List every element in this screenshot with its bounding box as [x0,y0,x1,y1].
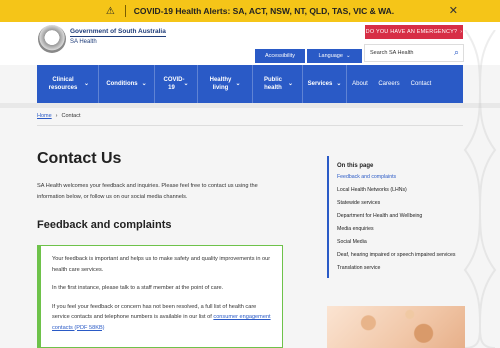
nav-item-public-health[interactable]: Public health ⌄ [253,65,303,103]
search-placeholder: Search SA Health [370,50,414,56]
main-nav: Clinical resources ⌄ Conditions ⌄ COVID-… [37,65,463,103]
nav-item-label: Public health [263,77,282,91]
anchor-link[interactable]: Statewide services [337,200,467,207]
nav-link-careers[interactable]: Careers [373,65,405,103]
callout-paragraph: In the first instance, please talk to a … [52,285,224,291]
chevron-down-icon: ⌄ [83,81,90,87]
feedback-callout: Your feedback is important and helps us … [37,245,283,348]
agency-name: SA Health [70,39,97,45]
alert-banner: ⚠ COVID-19 Health Alerts: SA, ACT, NSW, … [0,0,500,22]
breadcrumb-home[interactable]: Home [37,113,52,119]
chevron-down-icon: ⌄ [345,53,351,59]
nav-link-label: About [352,81,368,87]
nav-link-label: Contact [410,81,432,87]
site-header: Government of South Australia SA Health … [0,22,500,65]
anchor-link[interactable]: Social Media [337,239,467,246]
chevron-down-icon: ⌄ [336,81,342,87]
section-title: Feedback and complaints [37,219,172,231]
anchor-link[interactable]: Translation service [337,265,467,272]
language-label: Language [318,53,343,59]
nav-item-covid19[interactable]: COVID-19 ⌄ [155,65,198,103]
divider [37,125,463,126]
nav-item-label: Healthy living [209,77,232,91]
alert-divider [124,5,126,17]
callout-paragraph: Your feedback is important and helps us … [52,256,271,273]
virus-promo-image[interactable] [327,306,465,348]
accessibility-button[interactable]: Accessibility [255,49,305,63]
accessibility-label: Accessibility [265,53,295,59]
search-icon[interactable]: ⌕ [454,47,459,58]
dna-decoration-icon [463,30,497,348]
anchor-link[interactable]: Deaf, hearing impaired or speech impaire… [337,252,467,259]
nav-item-label: Conditions [106,81,138,87]
emergency-label: DO YOU HAVE AN EMERGENCY? [365,29,458,35]
chevron-down-icon: ⌄ [235,81,241,87]
alert-text[interactable]: COVID-19 Health Alerts: SA, ACT, NSW, NT… [134,6,394,16]
nav-link-about[interactable]: About [347,65,373,103]
on-this-page-nav: On this page Feedback and complaints Loc… [327,156,467,278]
warning-icon: ⚠ [105,5,115,17]
chevron-right-icon: › [55,113,58,119]
anchor-link[interactable]: Media enquiries [337,226,467,233]
anchor-link[interactable]: Department for Health and Wellbeing [337,213,467,220]
language-button[interactable]: Language ⌄ [307,49,362,63]
anchor-link[interactable]: Feedback and complaints [337,174,467,181]
government-crest-logo[interactable] [38,25,66,53]
breadcrumb: Home › Contact [37,113,80,119]
nav-item-clinical-resources[interactable]: Clinical resources ⌄ [37,65,99,103]
nav-item-label: COVID-19 [163,77,185,91]
anchor-link[interactable]: Local Health Networks (LHNs) [337,187,467,194]
chevron-down-icon: ⌄ [287,81,294,87]
nav-item-label: Clinical resources [48,77,78,91]
nav-item-label: Services [307,81,333,87]
intro-text: SA Health welcomes your feedback and inq… [37,183,258,200]
nav-item-services[interactable]: Services ⌄ [303,65,347,103]
search-input[interactable]: Search SA Health ⌕ [364,44,464,62]
nav-underlay [0,103,500,108]
nav-link-contact[interactable]: Contact [405,65,437,103]
breadcrumb-current: Contact [61,113,81,119]
chevron-down-icon: ⌄ [141,81,147,87]
page-title: Contact Us [37,150,122,167]
nav-item-conditions[interactable]: Conditions ⌄ [99,65,155,103]
govt-name: Government of South Australia [70,28,166,37]
nav-item-healthy-living[interactable]: Healthy living ⌄ [198,65,253,103]
nav-link-label: Careers [378,81,400,87]
emergency-button[interactable]: DO YOU HAVE AN EMERGENCY? › [365,25,463,39]
close-icon[interactable]: ✕ [449,4,458,17]
on-this-page-title: On this page [337,163,374,169]
chevron-down-icon: ⌄ [183,81,189,87]
callout-paragraph: If you feel your feedback or concern has… [52,302,272,334]
